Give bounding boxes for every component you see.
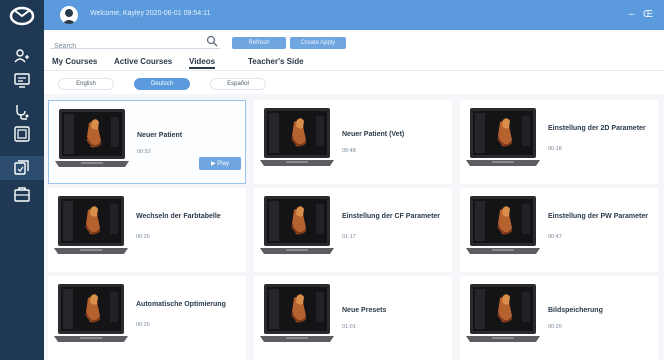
avatar[interactable]	[60, 6, 78, 24]
video-duration: 01:01	[342, 324, 356, 330]
video-thumbnail[interactable]	[260, 282, 334, 344]
video-duration: 01:17	[342, 234, 356, 240]
tab-my-courses[interactable]: My Courses	[52, 57, 97, 66]
briefcase-icon[interactable]	[12, 184, 32, 204]
video-title: Wechseln der Farbtabelle	[136, 213, 221, 220]
tab-bar: My Courses Active Courses Videos Teacher…	[44, 53, 664, 71]
video-title: Einstellung der 2D Parameter	[548, 125, 646, 132]
video-card[interactable]: Einstellung der CF Parameter 01:17	[254, 188, 452, 272]
video-icon[interactable]	[0, 156, 44, 180]
video-title: Bildspeicherung	[548, 307, 603, 314]
search-row: Refresh Create Apply	[44, 30, 664, 53]
users-icon[interactable]	[12, 46, 32, 66]
video-duration: 00:26	[136, 234, 150, 240]
tab-teachers-side[interactable]: Teacher's Side	[248, 57, 304, 66]
video-thumbnail[interactable]	[466, 194, 540, 256]
video-title: Einstellung der CF Parameter	[342, 213, 441, 220]
play-button[interactable]: ▶ Play	[199, 157, 241, 170]
user-avatar-icon	[62, 9, 76, 24]
video-card[interactable]: Neuer Patient (Vet) 00:48	[254, 100, 452, 184]
video-title: Neue Presets	[342, 307, 387, 314]
video-thumbnail[interactable]	[54, 282, 128, 344]
video-title: Neuer Patient (Vet)	[342, 131, 405, 138]
image-icon[interactable]	[12, 124, 32, 144]
search-input[interactable]	[50, 40, 200, 53]
tab-divider	[44, 70, 664, 71]
video-duration: 00:26	[136, 322, 150, 328]
video-thumbnail[interactable]	[260, 106, 334, 168]
video-duration: 00:20	[548, 324, 562, 330]
lang-espanol[interactable]: Español	[210, 78, 266, 90]
video-card[interactable]: Bildspeicherung 00:20	[460, 276, 658, 360]
video-card[interactable]: Automatische Optimierung 00:26	[48, 276, 246, 360]
video-card[interactable]: Neue Presets 01:01	[254, 276, 452, 360]
tab-videos[interactable]: Videos	[189, 57, 216, 69]
video-duration: 00:52	[137, 149, 151, 155]
refresh-button[interactable]: Refresh	[232, 37, 286, 49]
search-box	[50, 35, 220, 53]
video-thumbnail[interactable]	[466, 282, 540, 344]
video-card[interactable]: Wechseln der Farbtabelle 00:26	[48, 188, 246, 272]
video-thumbnail[interactable]	[55, 107, 129, 169]
video-duration: 00:47	[548, 234, 562, 240]
video-thumbnail[interactable]	[466, 106, 540, 168]
video-grid: Neuer Patient 00:52 ▶ Play Neuer Patient (V…	[44, 94, 664, 360]
title-bar: Welcome, Kayley 2020-06-01 09:54:11 – Œ	[44, 0, 664, 30]
create-apply-button[interactable]: Create Apply	[290, 37, 346, 49]
video-card[interactable]: Einstellung der PW Parameter 00:47	[460, 188, 658, 272]
video-duration: 00:18	[548, 146, 562, 152]
language-filter: English Deutsch Español	[44, 74, 664, 94]
lang-english[interactable]: English	[58, 78, 114, 90]
welcome-text: Welcome, Kayley 2020-06-01 09:54:11	[90, 10, 211, 17]
video-title: Neuer Patient	[137, 132, 183, 139]
monitor-icon[interactable]	[12, 70, 32, 90]
stethoscope-icon[interactable]	[12, 102, 32, 122]
video-duration: 00:48	[342, 148, 356, 154]
search-icon[interactable]	[206, 35, 218, 47]
tab-active-courses[interactable]: Active Courses	[114, 57, 172, 66]
video-thumbnail[interactable]	[54, 194, 128, 256]
video-thumbnail[interactable]	[260, 194, 334, 256]
video-title: Automatische Optimierung	[136, 301, 226, 308]
video-title: Einstellung der PW Parameter	[548, 213, 648, 220]
sidebar	[0, 0, 44, 360]
window-controls[interactable]: – Œ	[629, 9, 656, 20]
video-card[interactable]: Einstellung der 2D Parameter 00:18	[460, 100, 658, 184]
video-card[interactable]: Neuer Patient 00:52 ▶ Play	[48, 100, 246, 184]
lang-deutsch[interactable]: Deutsch	[134, 78, 190, 90]
logo-icon	[9, 6, 35, 26]
